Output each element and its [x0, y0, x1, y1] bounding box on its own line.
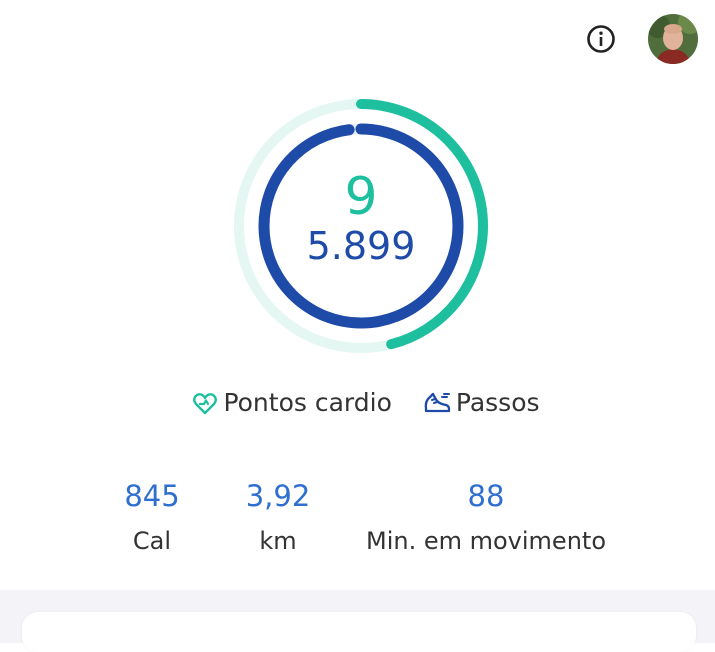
activity-rings[interactable]: 9 5.899: [230, 95, 492, 357]
top-bar: [0, 0, 715, 80]
shoe-icon: [424, 392, 451, 412]
legend-steps-label: Passos: [455, 388, 540, 417]
user-avatar[interactable]: [648, 14, 698, 64]
move-minutes-value: 88: [467, 479, 505, 513]
heart-pulse-icon: [193, 392, 218, 414]
next-card[interactable]: [22, 612, 696, 652]
ring-center: 9 5.899: [230, 95, 492, 357]
stat-distance[interactable]: 3,92 km: [236, 474, 320, 564]
legend-steps: Passos: [422, 388, 540, 417]
rings-legend: Pontos cardio Passos: [8, 388, 715, 417]
stat-calories[interactable]: 845 Cal: [112, 474, 192, 564]
legend-heart-points: Pontos cardio: [191, 388, 392, 417]
steps-value: 5.899: [306, 224, 416, 268]
info-button[interactable]: [584, 22, 618, 56]
calories-value: 845: [124, 479, 180, 513]
avatar-image: [648, 14, 698, 64]
legend-heart-label: Pontos cardio: [223, 388, 392, 417]
heart-points-value: 9: [344, 167, 378, 227]
distance-label: km: [259, 527, 297, 555]
move-minutes-label: Min. em movimento: [366, 527, 606, 555]
distance-value: 3,92: [245, 479, 311, 513]
info-icon: [587, 25, 615, 53]
calories-label: Cal: [132, 527, 172, 555]
stat-move-minutes[interactable]: 88 Min. em movimento: [350, 474, 622, 564]
